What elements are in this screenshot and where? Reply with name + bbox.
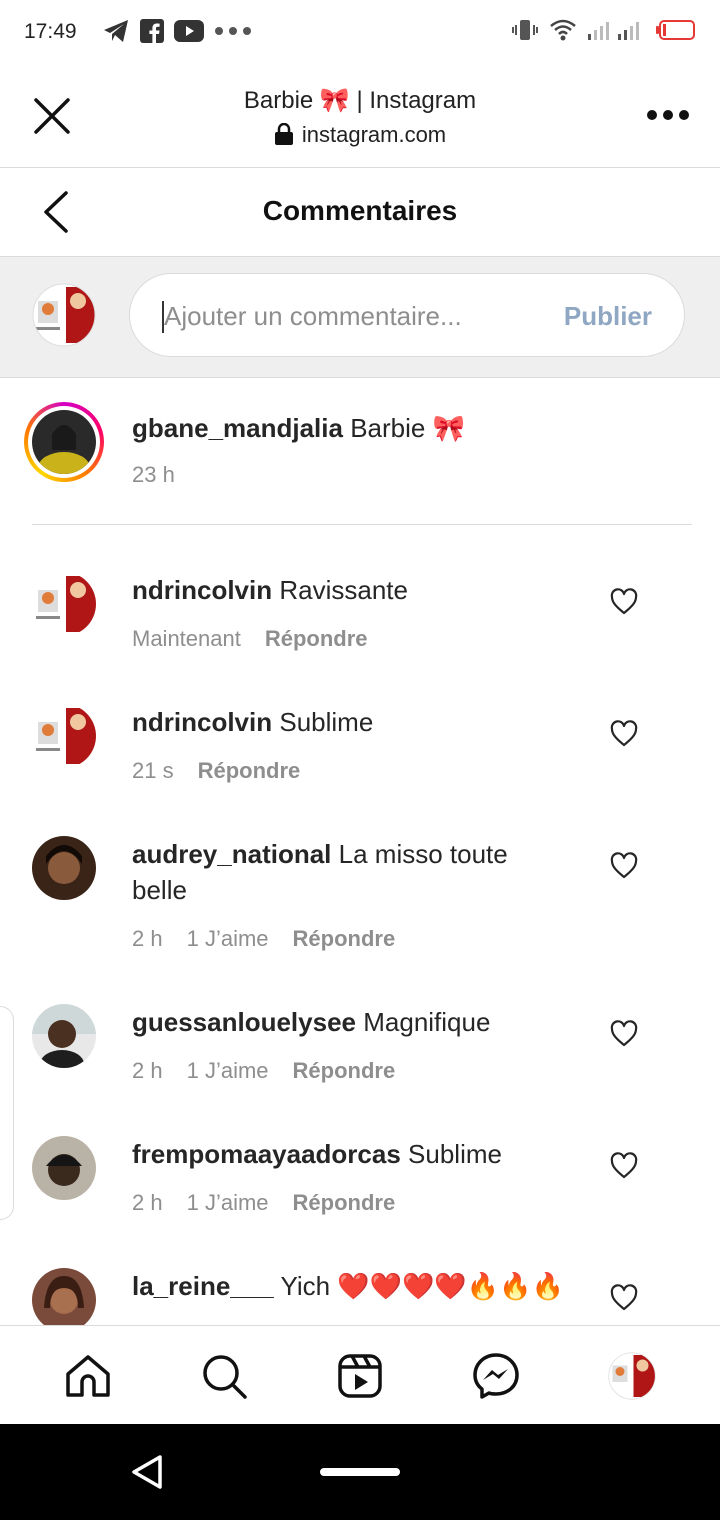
comment-item: guessanlouelysee Magnifique 2 h 1 J’aime…: [0, 972, 720, 1102]
bottom-navigation: [0, 1325, 720, 1425]
comment-body: Yich ❤️❤️❤️❤️🔥🔥🔥: [280, 1271, 564, 1301]
comment-composer: Ajouter un commentaire... Publier: [0, 257, 720, 378]
reply-button[interactable]: Répondre: [265, 626, 368, 652]
comment-time: 21 s: [132, 758, 174, 783]
caption-meta: 23 h: [132, 462, 175, 488]
caption-body: Barbie 🎀: [350, 413, 465, 443]
side-edge-handle[interactable]: [0, 1006, 14, 1220]
caption-author-avatar[interactable]: [32, 410, 96, 474]
profile-avatar[interactable]: [608, 1352, 656, 1400]
commenter-avatar[interactable]: [32, 1004, 96, 1068]
comment-text: audrey_national La misso toute belle: [132, 836, 562, 908]
post-caption: gbane_mandjalia Barbie 🎀 23 h: [0, 378, 720, 526]
youtube-icon: [174, 20, 204, 42]
reply-button[interactable]: Répondre: [293, 1058, 396, 1084]
commenter-avatar[interactable]: [32, 836, 96, 900]
reply-button[interactable]: Répondre: [198, 758, 301, 784]
comment-meta: 2 h 1 J’aime Répondre: [132, 1058, 395, 1084]
comment-text: guessanlouelysee Magnifique: [132, 1004, 562, 1040]
comment-text: frempomaayaadorcas Sublime: [132, 1136, 562, 1172]
reels-icon[interactable]: [336, 1352, 384, 1400]
vibrate-icon: [512, 20, 538, 40]
home-gesture-bar[interactable]: [320, 1468, 400, 1476]
heart-icon[interactable]: [610, 720, 638, 748]
comment-meta: 2 h 1 J’aime Répondre: [132, 1190, 395, 1216]
comment-time: 2 h: [132, 1190, 163, 1215]
caption-username[interactable]: gbane_mandjalia: [132, 413, 343, 443]
lock-icon: [274, 123, 293, 145]
signal-icon: [588, 22, 639, 40]
comment-meta: 21 s Répondre: [132, 758, 300, 784]
status-time: 17:49: [24, 20, 77, 43]
comment-item: audrey_national La misso toute belle 2 h…: [0, 804, 720, 970]
divider: [32, 524, 692, 525]
more-dots-icon: [215, 27, 251, 35]
comment-time: Maintenant: [132, 626, 241, 651]
browser-title: Barbie 🎀 | Instagram: [243, 87, 477, 114]
comment-input[interactable]: Ajouter un commentaire... Publier: [129, 273, 685, 357]
browser-url: instagram.com: [0, 122, 720, 148]
reply-button[interactable]: Répondre: [293, 926, 396, 952]
back-nav-icon[interactable]: [130, 1454, 164, 1490]
battery-icon: [656, 20, 695, 40]
comment-body: Sublime: [279, 707, 374, 737]
browser-bar: Barbie 🎀 | Instagram instagram.com: [0, 64, 720, 168]
comment-body: Sublime: [408, 1139, 502, 1169]
heart-icon[interactable]: [610, 852, 638, 880]
comment-item: ndrincolvin Sublime 21 s Répondre: [0, 672, 720, 802]
reply-button[interactable]: Répondre: [293, 1190, 396, 1216]
url-text: instagram.com: [301, 122, 447, 147]
telegram-icon: [104, 20, 128, 42]
comment-text: ndrincolvin Sublime: [132, 704, 562, 740]
heart-icon[interactable]: [610, 1020, 638, 1048]
comment-body: Ravissante: [279, 575, 408, 605]
comment-text: la_reine___ Yich ❤️❤️❤️❤️🔥🔥🔥: [132, 1268, 572, 1304]
commenter-avatar[interactable]: [32, 1268, 96, 1325]
comment-item: ndrincolvin Ravissante Maintenant Répond…: [0, 540, 720, 670]
comment-username[interactable]: ndrincolvin: [132, 575, 272, 605]
wifi-icon: [550, 19, 576, 41]
comment-time: 2 h: [132, 1058, 163, 1083]
comment-username[interactable]: la_reine___: [132, 1271, 274, 1301]
facebook-icon: [140, 19, 164, 43]
comment-likes[interactable]: 1 J’aime: [187, 1190, 269, 1216]
page-title: Commentaires: [262, 195, 458, 226]
comment-username[interactable]: ndrincolvin: [132, 707, 272, 737]
commenter-avatar[interactable]: [32, 572, 96, 636]
heart-icon[interactable]: [610, 1152, 638, 1180]
comment-body: Magnifique: [363, 1007, 491, 1037]
heart-icon[interactable]: [610, 1284, 638, 1312]
status-bar: 17:49: [0, 0, 720, 64]
home-icon[interactable]: [64, 1352, 112, 1400]
messenger-icon[interactable]: [472, 1352, 520, 1400]
comment-item: la_reine___ Yich ❤️❤️❤️❤️🔥🔥🔥: [0, 1236, 720, 1325]
comment-item: frempomaayaadorcas Sublime 2 h 1 J’aime …: [0, 1104, 720, 1234]
caption-time: 23 h: [132, 462, 175, 487]
more-options-icon[interactable]: [646, 108, 690, 122]
heart-icon[interactable]: [610, 588, 638, 616]
comment-username[interactable]: frempomaayaadorcas: [132, 1139, 401, 1169]
commenter-avatar[interactable]: [32, 704, 96, 768]
comment-likes[interactable]: 1 J’aime: [187, 1058, 269, 1084]
search-icon[interactable]: [200, 1352, 248, 1400]
comment-likes[interactable]: 1 J’aime: [187, 926, 269, 952]
comment-username[interactable]: audrey_national: [132, 839, 331, 869]
commenter-avatar[interactable]: [32, 1136, 96, 1200]
current-user-avatar[interactable]: [32, 283, 96, 347]
publish-button[interactable]: Publier: [564, 301, 652, 332]
comments-header: Commentaires: [0, 168, 720, 257]
comment-placeholder: Ajouter un commentaire...: [164, 301, 462, 331]
comment-username[interactable]: guessanlouelysee: [132, 1007, 356, 1037]
comment-meta: Maintenant Répondre: [132, 626, 368, 652]
system-navigation-bar: [0, 1424, 720, 1520]
caption-text: gbane_mandjalia Barbie 🎀: [132, 410, 562, 446]
comment-text: ndrincolvin Ravissante: [132, 572, 562, 608]
comment-time: 2 h: [132, 926, 163, 951]
comment-meta: 2 h 1 J’aime Répondre: [132, 926, 395, 952]
